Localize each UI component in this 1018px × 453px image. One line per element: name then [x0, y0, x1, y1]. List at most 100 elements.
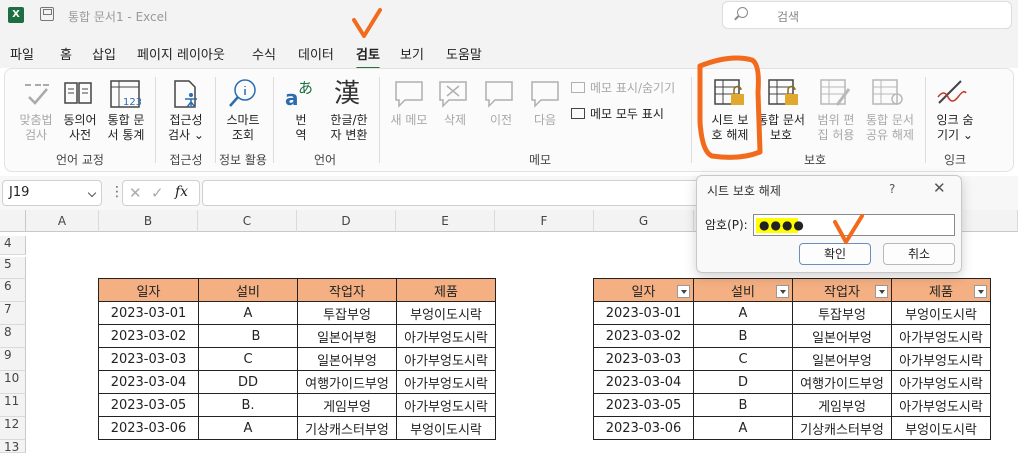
- cell[interactable]: A: [693, 416, 793, 440]
- name-box[interactable]: J19: [2, 180, 102, 206]
- close-icon[interactable]: ✕: [933, 179, 946, 197]
- insert-function-icon[interactable]: fx: [175, 184, 188, 200]
- row-header[interactable]: 6: [0, 279, 26, 302]
- help-icon[interactable]: ?: [889, 182, 895, 196]
- header-cell[interactable]: 설비: [693, 278, 793, 302]
- formula-input[interactable]: [202, 180, 702, 206]
- cell[interactable]: 게임부엉: [297, 393, 397, 417]
- cell[interactable]: 아가부엉도시락: [396, 370, 496, 394]
- cell[interactable]: B: [693, 393, 793, 417]
- column-header[interactable]: D: [297, 210, 396, 232]
- hangul-hanja-convert-button[interactable]: 한글/한 자 변환: [323, 113, 375, 143]
- cell[interactable]: 아가부엉도시락: [396, 347, 496, 371]
- save-icon[interactable]: [40, 7, 54, 21]
- cell[interactable]: 2023-03-02: [98, 324, 199, 348]
- cell[interactable]: 여행가이드부엉: [297, 370, 397, 394]
- cell[interactable]: 부엉이도시락: [396, 416, 496, 440]
- show-hide-comment-button[interactable]: 메모 표시/숨기기: [571, 79, 675, 96]
- tab-home[interactable]: 홈: [60, 44, 72, 63]
- tab-formulas[interactable]: 수식: [252, 44, 276, 63]
- header-cell[interactable]: 제품: [396, 278, 496, 302]
- hide-ink-button[interactable]: 잉크 숨 기기 ⌄: [931, 113, 979, 143]
- row-header[interactable]: 9: [0, 348, 26, 371]
- previous-comment-button[interactable]: 이전: [483, 113, 519, 128]
- filter-dropdown-icon[interactable]: [974, 284, 987, 298]
- cell[interactable]: 아가부엉도시락: [396, 393, 496, 417]
- row-header[interactable]: 5: [0, 257, 26, 279]
- cell[interactable]: 부엉이도시락: [891, 416, 991, 440]
- row-header[interactable]: 10: [0, 371, 26, 394]
- cell[interactable]: 기상캐스터부엉: [297, 416, 397, 440]
- header-cell[interactable]: 일자: [98, 278, 199, 302]
- cell[interactable]: 2023-03-06: [98, 416, 199, 440]
- cell[interactable]: 2023-03-02: [593, 324, 694, 348]
- search-box[interactable]: 검색: [722, 1, 1012, 29]
- cell[interactable]: DD: [198, 370, 298, 394]
- cell[interactable]: 일본어부엉: [792, 347, 892, 371]
- column-header[interactable]: G: [594, 210, 694, 232]
- cell[interactable]: 2023-03-05: [593, 393, 694, 417]
- allow-edit-ranges-button[interactable]: 범위 편 집 허용: [811, 113, 861, 143]
- thesaurus-button[interactable]: 동의어 사전: [57, 113, 103, 143]
- cell[interactable]: B: [693, 324, 793, 348]
- column-header[interactable]: F: [495, 210, 594, 232]
- filter-dropdown-icon[interactable]: [776, 284, 789, 298]
- cancel-icon[interactable]: ✕: [129, 184, 142, 202]
- cell[interactable]: 여행가이드부엉: [792, 370, 892, 394]
- header-cell[interactable]: 작업자: [792, 278, 892, 302]
- header-cell[interactable]: 설비: [198, 278, 298, 302]
- cell[interactable]: 투잡부엉: [792, 301, 892, 325]
- select-all-corner[interactable]: [0, 210, 26, 232]
- cancel-button[interactable]: 취소: [883, 243, 955, 265]
- cell[interactable]: 아가부엉도시락: [891, 393, 991, 417]
- tab-review[interactable]: 검토: [356, 44, 380, 70]
- show-all-comments-button[interactable]: 메모 모두 표시: [571, 105, 664, 122]
- cell[interactable]: 2023-03-04: [593, 370, 694, 394]
- smart-lookup-button[interactable]: 스마트 조회: [219, 113, 267, 143]
- cell[interactable]: 아가부엉도시락: [891, 324, 991, 348]
- cell[interactable]: 2023-03-04: [98, 370, 199, 394]
- row-header[interactable]: 4: [0, 236, 26, 255]
- row-header[interactable]: 7: [0, 302, 26, 325]
- cell[interactable]: 일본어부엉: [297, 347, 397, 371]
- cell[interactable]: 2023-03-01: [98, 301, 199, 325]
- row-header[interactable]: 8: [0, 325, 26, 348]
- cell[interactable]: 2023-03-03: [98, 347, 199, 371]
- header-cell[interactable]: 일자: [593, 278, 694, 302]
- header-cell[interactable]: 제품: [891, 278, 991, 302]
- delete-comment-button[interactable]: 삭제: [437, 113, 473, 128]
- tab-view[interactable]: 보기: [400, 44, 424, 63]
- cell[interactable]: B: [198, 324, 298, 348]
- cell[interactable]: 부엉이도시락: [396, 301, 496, 325]
- cell[interactable]: C: [198, 347, 298, 371]
- header-cell[interactable]: 작업자: [297, 278, 397, 302]
- column-header[interactable]: C: [198, 210, 297, 232]
- cell[interactable]: A: [693, 301, 793, 325]
- new-comment-button[interactable]: 새 메모: [387, 113, 431, 128]
- tab-data[interactable]: 데이터: [298, 44, 334, 63]
- row-header[interactable]: 12: [0, 417, 26, 440]
- column-header[interactable]: B: [99, 210, 198, 232]
- cell[interactable]: 일본어부헝: [297, 324, 397, 348]
- cell[interactable]: 기상캐스터부엉: [792, 416, 892, 440]
- column-header[interactable]: E: [396, 210, 495, 232]
- cell[interactable]: A: [198, 301, 298, 325]
- cell[interactable]: D: [693, 370, 793, 394]
- cell[interactable]: 부엉이도시락: [891, 301, 991, 325]
- cell[interactable]: A: [198, 416, 298, 440]
- cell[interactable]: 2023-03-05: [98, 393, 199, 417]
- translate-button[interactable]: 번 역: [285, 113, 317, 143]
- column-header[interactable]: A: [26, 210, 99, 232]
- cell[interactable]: 아가부엉도시락: [396, 324, 496, 348]
- cell[interactable]: B.: [198, 393, 298, 417]
- cell[interactable]: 2023-03-06: [593, 416, 694, 440]
- cell[interactable]: 투잡부엉: [297, 301, 397, 325]
- cell[interactable]: C: [693, 347, 793, 371]
- unshare-workbook-button[interactable]: 통합 문서 공유 해제: [861, 113, 919, 143]
- spell-check-button[interactable]: 맞춤법 검사: [13, 113, 59, 143]
- cell[interactable]: 아가부엉도시락: [891, 347, 991, 371]
- row-header[interactable]: 13: [0, 440, 26, 453]
- accessibility-check-button[interactable]: 접근성 검사 ⌄: [161, 113, 211, 143]
- tab-help[interactable]: 도움말: [446, 44, 482, 63]
- confirm-icon[interactable]: ✓: [151, 184, 164, 202]
